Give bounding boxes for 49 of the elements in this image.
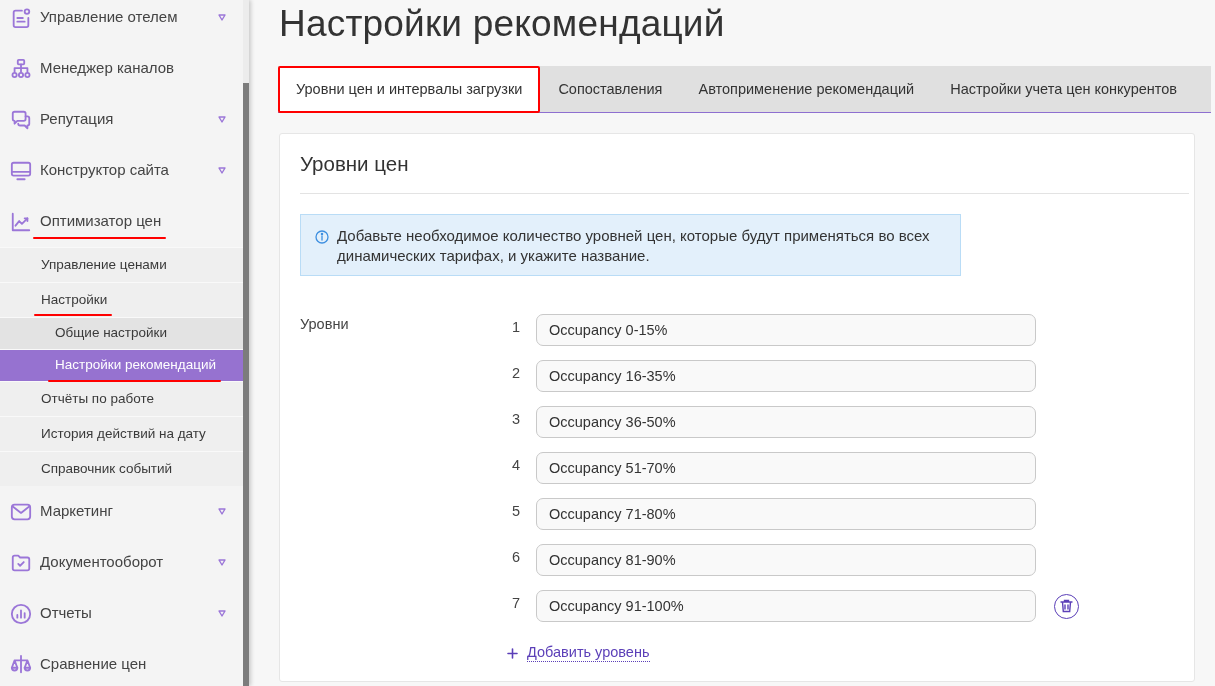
level-input[interactable]: Occupancy 91-100% xyxy=(536,590,1036,622)
level-number: 4 xyxy=(511,456,522,476)
scales-icon xyxy=(10,653,32,676)
document-icon xyxy=(10,6,32,29)
level-number: 3 xyxy=(511,410,522,430)
sidebar-subitem[interactable]: История действий на дату xyxy=(0,416,243,451)
sidebar-subitem[interactable]: Отчёты по работе xyxy=(0,381,243,416)
section-title: Уровни цен xyxy=(300,151,409,177)
level-number: 5 xyxy=(511,502,522,522)
sidebar-item[interactable]: Менеджер каналов xyxy=(0,43,243,94)
sidebar-item[interactable]: Сравнение цен xyxy=(0,639,243,686)
level-number: 6 xyxy=(511,548,522,568)
sidebar-subitem[interactable]: Управление ценами xyxy=(0,247,243,282)
bar-chart-circle-icon xyxy=(10,602,32,625)
add-level-link[interactable]: Добавить уровень xyxy=(507,644,650,662)
tab[interactable]: Уровни цен и интервалы загрузки xyxy=(278,66,541,113)
chart-icon xyxy=(10,210,32,233)
sidebar-item[interactable]: Отчеты xyxy=(0,588,243,639)
page-title: Настройки рекомендаций xyxy=(279,2,725,46)
level-input[interactable]: Occupancy 36-50% xyxy=(536,406,1036,438)
chat-bubbles-icon xyxy=(10,108,32,131)
trash-icon xyxy=(1060,599,1073,613)
tab[interactable]: Автоприменение рекомендаций xyxy=(680,66,933,113)
sidebar-subitem[interactable]: Справочник событий xyxy=(0,451,243,486)
level-number: 2 xyxy=(511,364,522,384)
tab[interactable]: Сопоставления xyxy=(540,66,681,113)
sidebar-item[interactable]: Документооборот xyxy=(0,537,243,588)
sidebar-subitem[interactable]: Настройки xyxy=(0,282,243,317)
monitor-icon xyxy=(10,159,32,182)
level-input[interactable]: Occupancy 81-90% xyxy=(536,544,1036,576)
level-number: 7 xyxy=(511,594,522,614)
levels-label: Уровни xyxy=(300,315,350,334)
level-input[interactable]: Occupancy 51-70% xyxy=(536,452,1036,484)
sidebar-item[interactable]: Управление отелем xyxy=(0,0,243,43)
sidebar-subitem[interactable]: Настройки рекомендаций xyxy=(0,349,243,381)
level-input[interactable]: Occupancy 16-35% xyxy=(536,360,1036,392)
sidebar-item[interactable]: Оптимизатор цен xyxy=(0,196,243,247)
level-number: 1 xyxy=(511,318,522,338)
info-text: Добавьте необходимое количество уровней цен, которые будут применяться во всех динамических тарифах, и укажите название. xyxy=(337,226,931,266)
sidebar-item[interactable]: Конструктор сайта xyxy=(0,145,243,196)
plus-icon xyxy=(507,647,518,659)
level-input[interactable]: Occupancy 0-15% xyxy=(536,314,1036,346)
sidebar-item[interactable]: Репутация xyxy=(0,94,243,145)
level-input[interactable]: Occupancy 71-80% xyxy=(536,498,1036,530)
sidebar-subitem[interactable]: Общие настройки xyxy=(0,317,243,349)
info-icon xyxy=(315,230,329,244)
sidebar-item[interactable]: Маркетинг xyxy=(0,486,243,537)
hierarchy-icon xyxy=(10,57,32,80)
tab[interactable]: Настройки учета цен конкурентов xyxy=(932,66,1196,113)
